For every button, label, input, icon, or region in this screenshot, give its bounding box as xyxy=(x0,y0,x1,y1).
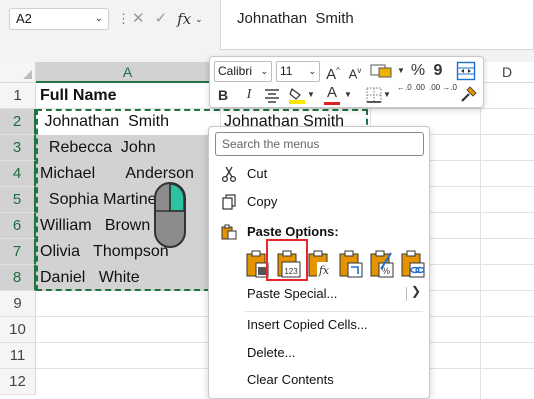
paste-formatting-icon[interactable]: % xyxy=(369,249,395,279)
confirm-entry-icon[interactable]: ✓ xyxy=(155,8,168,30)
menu-item-label: Insert Copied Cells... xyxy=(247,317,368,332)
chevron-down-icon[interactable]: ⌄ xyxy=(260,62,268,81)
font-size-dropdown[interactable]: 11 ⌄ xyxy=(276,61,320,82)
mouse-icon xyxy=(154,182,186,248)
grow-font-button[interactable]: A^ xyxy=(324,61,342,83)
row-header[interactable]: 1 xyxy=(0,83,36,109)
column-header-d[interactable]: D xyxy=(480,62,534,83)
font-name-value: Calibri xyxy=(218,64,253,78)
chevron-down-icon[interactable]: ▼ xyxy=(344,85,352,105)
mini-toolbar: Calibri ⌄ 11 ⌄ A^ Av ▼ % 9 B I ▼ A ▼ ▼ ←… xyxy=(209,56,484,108)
paste-values-highlight xyxy=(266,239,308,281)
menu-item-label: Cut xyxy=(247,166,268,181)
paste-icon xyxy=(221,224,237,240)
formula-input[interactable]: Johnathan Smith xyxy=(220,0,534,50)
row-header[interactable]: 8 xyxy=(0,265,36,291)
formula-bar-grip-icon: ⋮ xyxy=(117,11,130,26)
formula-bar-buttons: ✕ ✓ fx ⌄ xyxy=(132,8,216,30)
chevron-down-icon[interactable]: ⌄ xyxy=(195,8,203,30)
name-box-value: A2 xyxy=(16,11,32,26)
font-size-value: 11 xyxy=(280,64,293,78)
row-header[interactable]: 9 xyxy=(0,291,36,317)
comma-style-button[interactable]: 9 xyxy=(430,61,446,81)
column-header-a[interactable]: A xyxy=(36,62,220,83)
paste-transpose-icon[interactable] xyxy=(338,249,364,279)
formula-bar: A2 ⌄ ⋮ ✕ ✓ fx ⌄ Johnathan Smith xyxy=(0,0,534,62)
menu-item-insert-copied-cells[interactable]: Insert Copied Cells... xyxy=(209,312,429,338)
menu-item-label: Paste Special... xyxy=(247,286,338,301)
menu-item-copy[interactable]: Copy xyxy=(209,189,429,215)
menu-item-label: Copy xyxy=(247,194,278,209)
submenu-divider xyxy=(406,287,407,301)
cancel-entry-icon[interactable]: ✕ xyxy=(132,8,145,30)
cut-icon xyxy=(221,166,237,182)
gridline xyxy=(480,83,481,399)
chevron-down-icon[interactable]: ⌄ xyxy=(308,62,316,81)
name-box[interactable]: A2 ⌄ xyxy=(9,8,109,30)
cell-a1[interactable]: Full Name xyxy=(40,83,116,109)
row-header[interactable]: 12 xyxy=(0,369,36,395)
menu-item-cut[interactable]: Cut xyxy=(209,161,429,187)
context-menu: Search the menus Cut Copy Paste Options: xyxy=(208,126,430,399)
svg-text:%: % xyxy=(382,266,390,276)
align-center-icon[interactable] xyxy=(264,87,280,103)
chevron-down-icon[interactable]: ⌄ xyxy=(95,9,103,29)
percent-style-button[interactable]: % xyxy=(410,61,426,81)
menu-item-clear-contents[interactable]: Clear Contents xyxy=(209,367,429,393)
row-header[interactable]: 3 xyxy=(0,135,36,161)
row-header[interactable]: 7 xyxy=(0,239,36,265)
paste-formulas-icon[interactable]: fx xyxy=(307,249,333,279)
chevron-down-icon[interactable]: ▼ xyxy=(383,85,391,105)
menu-search-input[interactable]: Search the menus xyxy=(215,132,424,156)
row-header[interactable]: 10 xyxy=(0,317,36,343)
row-header[interactable]: 6 xyxy=(0,213,36,239)
row-header[interactable]: 4 xyxy=(0,161,36,187)
fill-color-icon[interactable] xyxy=(288,86,306,104)
copy-icon xyxy=(222,194,236,210)
menu-item-label: Clear Contents xyxy=(247,372,334,387)
increase-decimal-button[interactable]: .00 →.0 xyxy=(428,83,458,103)
chevron-down-icon[interactable]: ▼ xyxy=(396,61,406,81)
shrink-font-button[interactable]: Av xyxy=(346,61,364,81)
paste-link-icon[interactable] xyxy=(400,249,426,279)
number-format-icon[interactable] xyxy=(370,62,394,80)
grow-font-icon: A xyxy=(326,66,337,83)
chevron-right-icon[interactable]: ❯ xyxy=(411,284,421,298)
select-all-button[interactable] xyxy=(0,62,36,83)
merge-center-icon[interactable] xyxy=(456,61,476,81)
row-header[interactable]: 11 xyxy=(0,343,36,369)
borders-icon[interactable] xyxy=(366,87,382,103)
font-name-dropdown[interactable]: Calibri ⌄ xyxy=(214,61,272,82)
row-header[interactable]: 2 xyxy=(0,109,36,135)
font-color-button[interactable]: A xyxy=(324,83,340,105)
insert-function-icon[interactable]: fx xyxy=(177,8,191,30)
menu-item-delete[interactable]: Delete... xyxy=(209,340,429,366)
svg-text:fx: fx xyxy=(318,264,330,277)
bold-button[interactable]: B xyxy=(216,85,230,105)
format-painter-icon[interactable] xyxy=(460,85,478,103)
italic-button[interactable]: I xyxy=(244,85,254,105)
menu-item-label: Delete... xyxy=(247,345,296,360)
menu-item-paste-special[interactable]: Paste Special... xyxy=(209,281,429,307)
paste-options-heading: Paste Options: xyxy=(209,219,429,245)
decrease-decimal-button[interactable]: ←.0 .00 xyxy=(396,83,426,103)
font-color-icon: A xyxy=(326,84,337,101)
chevron-down-icon[interactable]: ▼ xyxy=(307,85,315,105)
row-header[interactable]: 5 xyxy=(0,187,36,213)
